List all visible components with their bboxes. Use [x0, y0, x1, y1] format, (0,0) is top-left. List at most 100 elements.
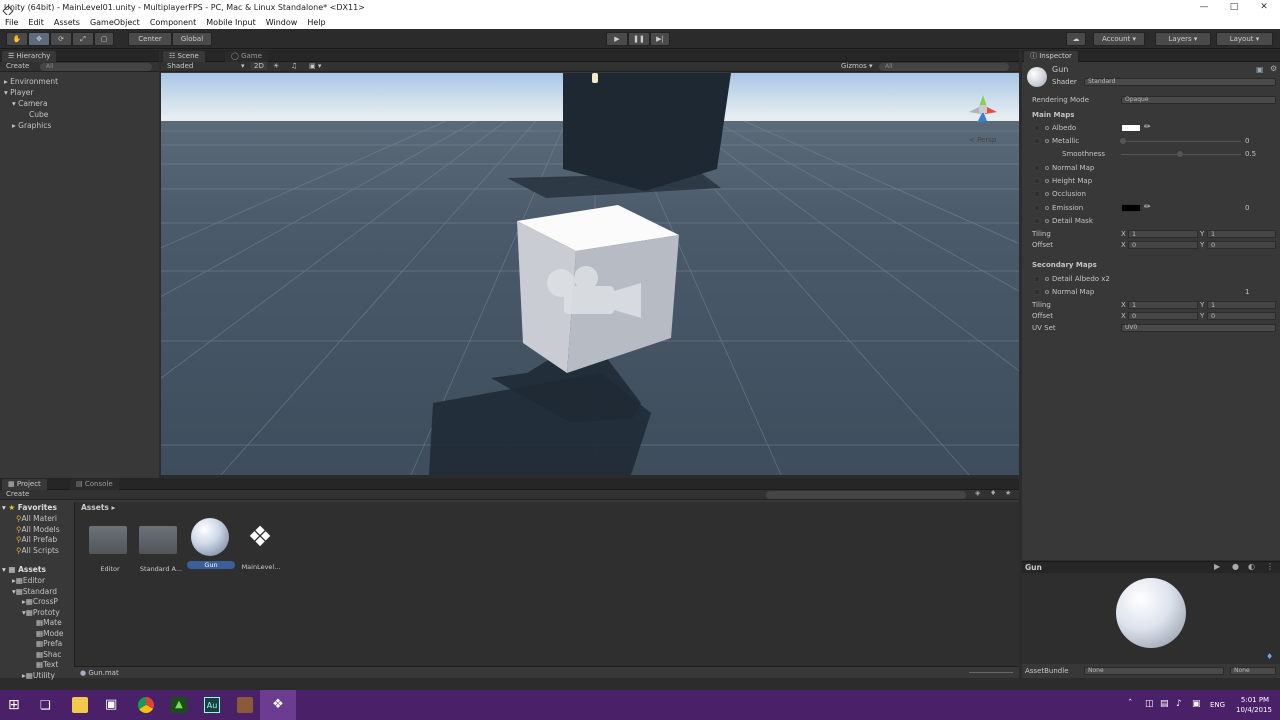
- height-map-slot[interactable]: [1034, 178, 1040, 184]
- project-create-button[interactable]: Create: [6, 490, 29, 498]
- rendering-mode-dropdown[interactable]: Opaque: [1121, 96, 1276, 104]
- maximize-icon[interactable]: □: [1218, 0, 1250, 15]
- smoothness-slider-thumb[interactable]: [1177, 151, 1183, 157]
- menu-gameobject[interactable]: GameObject: [85, 18, 145, 27]
- project-search-input[interactable]: [766, 491, 966, 499]
- 2d-toggle[interactable]: 2D: [251, 62, 267, 70]
- persp-label[interactable]: < Persp: [969, 136, 996, 144]
- menu-edit[interactable]: Edit: [23, 18, 49, 27]
- audition-icon[interactable]: Au: [204, 697, 220, 713]
- tiling2-y-field[interactable]: 1: [1207, 301, 1276, 309]
- layers-dropdown[interactable]: Layers ▾: [1155, 32, 1211, 46]
- offset2-x-field[interactable]: 0: [1128, 312, 1198, 320]
- store-icon[interactable]: ▣: [105, 697, 121, 713]
- file-explorer-icon[interactable]: [72, 697, 88, 713]
- folder-item[interactable]: ▸▦CrossP: [2, 596, 72, 607]
- hierarchy-item[interactable]: ▾ Player: [4, 87, 58, 98]
- folder-item[interactable]: ▾▦Prototy: [2, 607, 72, 618]
- folder-item[interactable]: ▦Text: [2, 659, 72, 670]
- asset-item-mainlevel[interactable]: ❖ MainLevel...: [239, 522, 283, 578]
- preview-light-icon[interactable]: ◐: [1248, 562, 1255, 571]
- normal-map2-slot[interactable]: [1034, 289, 1040, 295]
- tiling-x-field[interactable]: 1: [1128, 230, 1198, 238]
- lighting-toggle-icon[interactable]: ☀: [273, 62, 279, 70]
- metallic-slider-track[interactable]: [1121, 141, 1241, 142]
- occlusion-slot[interactable]: [1034, 191, 1040, 197]
- tab-game[interactable]: ◯ Game: [225, 51, 268, 62]
- settings-gear-icon[interactable]: ⚙: [1270, 64, 1277, 73]
- nvidia-icon[interactable]: ▲: [171, 697, 187, 713]
- favorite-item[interactable]: ⚲All Models: [2, 524, 72, 535]
- hierarchy-search-input[interactable]: All: [40, 63, 152, 71]
- hierarchy-item[interactable]: ▸ Graphics: [4, 120, 58, 131]
- volume-icon[interactable]: ♪: [1176, 699, 1182, 709]
- rotate-tool-icon[interactable]: ⟳: [50, 32, 72, 46]
- pivot-global-button[interactable]: Global: [172, 32, 212, 46]
- hand-tool-icon[interactable]: ✋: [6, 32, 28, 46]
- hierarchy-create-button[interactable]: Create: [6, 62, 29, 70]
- folder-item[interactable]: ▸▦Editor: [2, 575, 72, 586]
- asset-label-icon[interactable]: ♦: [1266, 652, 1273, 661]
- layout-dropdown[interactable]: Layout ▾: [1216, 32, 1273, 46]
- battery-icon[interactable]: ◫: [1145, 699, 1154, 709]
- hierarchy-item[interactable]: ▾ Camera: [4, 98, 58, 109]
- scene-viewport[interactable]: < Persp: [161, 73, 1019, 475]
- icon-size-slider[interactable]: [969, 672, 1013, 673]
- language-indicator[interactable]: ENG: [1210, 701, 1225, 709]
- smoothness-value[interactable]: 0.5: [1245, 150, 1256, 158]
- tab-hierarchy[interactable]: ☰ Hierarchy: [2, 51, 57, 62]
- menu-component[interactable]: Component: [145, 18, 201, 27]
- detail-albedo-slot[interactable]: [1034, 276, 1040, 282]
- clock-date[interactable]: 10/4/2015: [1234, 706, 1274, 714]
- tray-chevron-icon[interactable]: ˆ: [1128, 699, 1133, 709]
- minimize-icon[interactable]: —: [1188, 0, 1220, 15]
- albedo-eyedropper-icon[interactable]: ✏: [1144, 122, 1151, 131]
- normal-map2-value[interactable]: 1: [1245, 288, 1249, 296]
- help-icon[interactable]: ▣: [1256, 65, 1264, 74]
- favorite-star-icon[interactable]: ★: [1005, 489, 1011, 497]
- menu-help[interactable]: Help: [302, 18, 330, 27]
- network-icon[interactable]: ▤: [1160, 699, 1169, 709]
- tab-console[interactable]: ▤ Console: [70, 479, 119, 490]
- albedo-texture-slot[interactable]: [1034, 125, 1040, 131]
- metallic-slider-thumb[interactable]: [1120, 138, 1126, 144]
- assetbundle-variant-dropdown[interactable]: None: [1230, 667, 1276, 675]
- menu-assets[interactable]: Assets: [49, 18, 85, 27]
- close-icon[interactable]: ✕: [1248, 0, 1280, 15]
- emission-color-swatch[interactable]: [1121, 204, 1141, 212]
- assetbundle-dropdown[interactable]: None: [1084, 667, 1224, 675]
- metallic-texture-slot[interactable]: [1034, 138, 1040, 144]
- clock-time[interactable]: 5:01 PM: [1238, 696, 1272, 704]
- albedo-color-swatch[interactable]: [1121, 124, 1141, 132]
- metallic-value[interactable]: 0: [1245, 137, 1249, 145]
- account-dropdown[interactable]: Account ▾: [1093, 32, 1145, 46]
- filter-label-icon[interactable]: ♦: [990, 489, 996, 497]
- preview-sphere-icon[interactable]: ●: [1232, 562, 1239, 571]
- emission-eyedropper-icon[interactable]: ✏: [1144, 202, 1151, 211]
- pivot-center-button[interactable]: Center: [128, 32, 172, 46]
- favorite-item[interactable]: ⚲All Materi: [2, 513, 72, 524]
- asset-item-gun[interactable]: Gun: [187, 518, 235, 578]
- emission-value[interactable]: 0: [1245, 204, 1249, 212]
- offset-x-field[interactable]: 0: [1128, 241, 1198, 249]
- scale-tool-icon[interactable]: ⤢: [72, 32, 94, 46]
- tab-inspector[interactable]: ⓘ Inspector: [1024, 51, 1078, 62]
- tab-project[interactable]: ▦ Project: [2, 479, 47, 490]
- assets-root[interactable]: ▾ ▦ Assets: [2, 564, 72, 575]
- audio-toggle-icon[interactable]: ♫: [291, 62, 297, 70]
- offset-y-field[interactable]: 0: [1207, 241, 1276, 249]
- cloud-icon[interactable]: ☁: [1066, 32, 1086, 46]
- hierarchy-item[interactable]: Cube: [4, 109, 58, 120]
- app-icon[interactable]: [237, 697, 253, 713]
- favorite-item[interactable]: ⚲All Prefab: [2, 534, 72, 545]
- favorites-header[interactable]: ▾ ★ Favorites: [2, 502, 72, 513]
- notification-icon[interactable]: ▣: [1192, 699, 1201, 709]
- gizmos-dropdown[interactable]: Gizmos ▾: [841, 62, 873, 70]
- preview-options-icon[interactable]: ⋮: [1266, 562, 1274, 571]
- favorite-item[interactable]: ⚲All Scripts: [2, 545, 72, 556]
- folder-item[interactable]: ▸▦Utility: [2, 670, 72, 681]
- menu-file[interactable]: File: [0, 18, 23, 27]
- folder-item[interactable]: ▦Mate: [2, 617, 72, 628]
- asset-item-editor[interactable]: Editor: [89, 522, 131, 578]
- folder-item[interactable]: ▦Prefa: [2, 638, 72, 649]
